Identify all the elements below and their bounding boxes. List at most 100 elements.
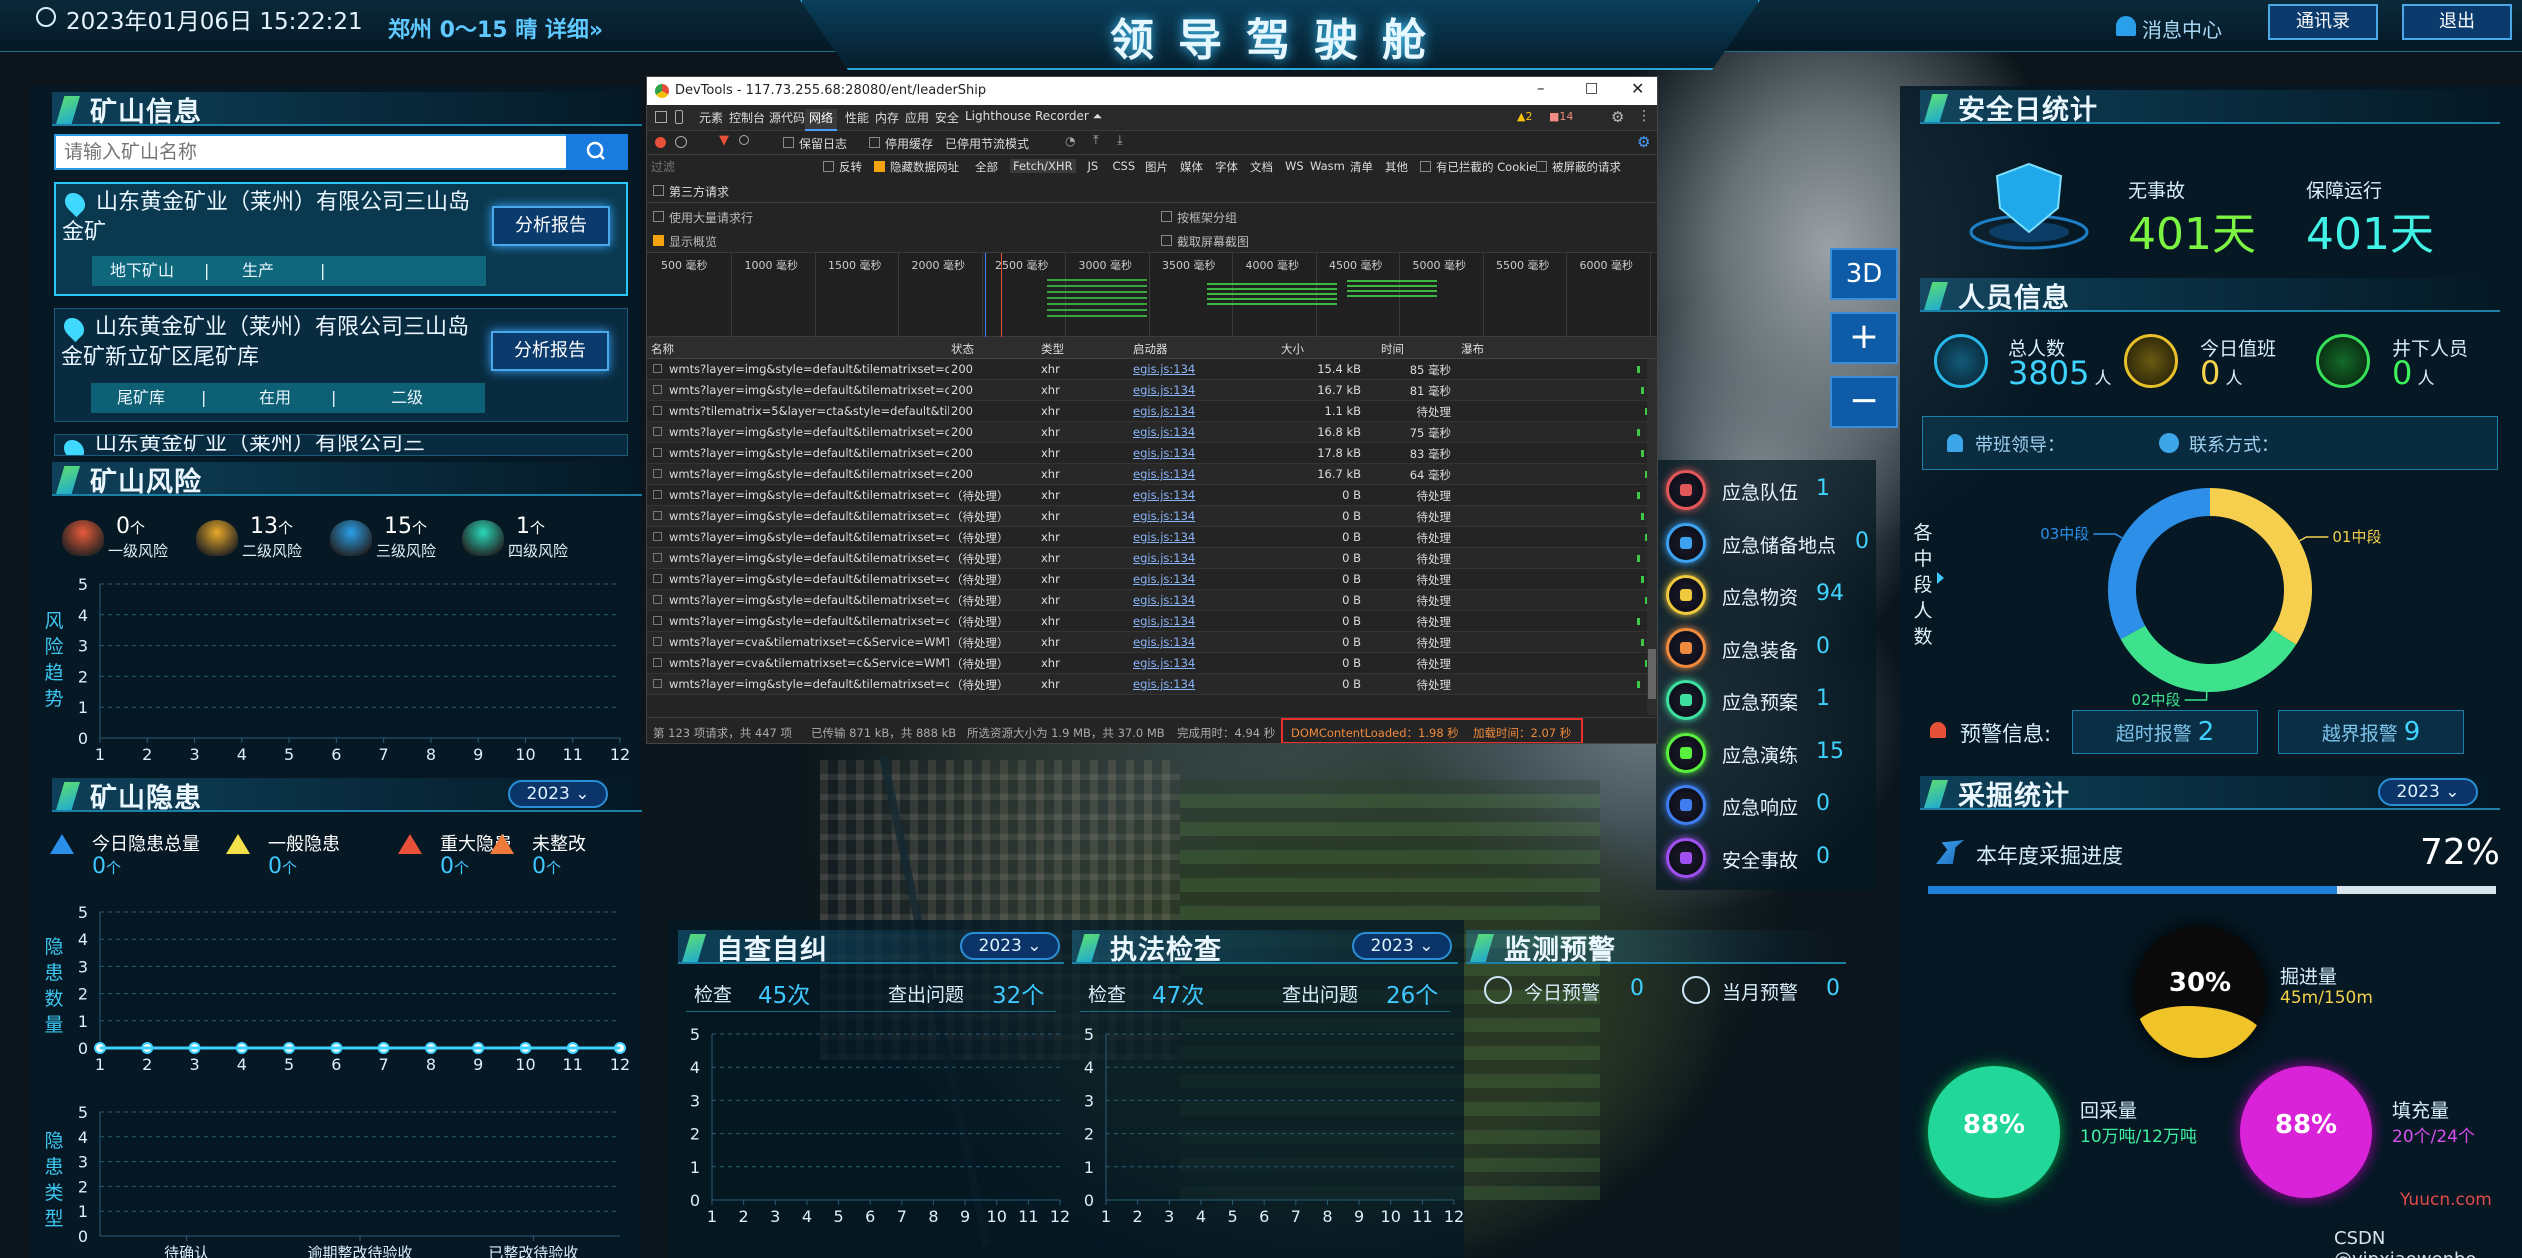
column-header[interactable]: 大小: [1281, 341, 1304, 357]
row-checkbox[interactable]: [653, 469, 662, 478]
request-row[interactable]: wmts?layer=img&style=default&tilematrixs…: [647, 674, 1657, 695]
filter-chip[interactable]: 图片: [1145, 159, 1168, 175]
device-icon[interactable]: [675, 110, 683, 124]
clear-icon[interactable]: [675, 136, 687, 148]
devtools-tab[interactable]: 安全: [931, 109, 963, 126]
maximize-button[interactable]: □: [1585, 80, 1598, 96]
filter-chip[interactable]: 有已拦截的 Cookie: [1436, 159, 1536, 175]
filter-checkbox[interactable]: [1536, 161, 1547, 172]
filter-checkbox[interactable]: [823, 161, 834, 172]
close-button[interactable]: ✕: [1631, 79, 1644, 98]
table-scrollbar-thumb[interactable]: [1648, 649, 1656, 699]
devtools-tab[interactable]: 源代码: [765, 109, 809, 126]
devtools-tab[interactable]: Lighthouse: [961, 109, 1035, 123]
filter-chip[interactable]: WS: [1285, 159, 1304, 173]
filter-chip[interactable]: 清单: [1350, 159, 1373, 175]
third-party-checkbox[interactable]: [653, 185, 664, 196]
analysis-report-button[interactable]: 分析报告: [491, 331, 609, 371]
mine-item[interactable]: 山东黄金矿业（莱州）有限公司三山岛金矿新立矿区尾矿库 尾矿库 | 在用 | 二级…: [54, 308, 628, 422]
devtools-tab[interactable]: 元素: [695, 109, 727, 126]
filter-chip[interactable]: 字体: [1215, 159, 1238, 175]
donut-slice[interactable]: [2209, 488, 2312, 645]
request-row[interactable]: wmts?layer=img&style=default&tilematrixs…: [647, 380, 1657, 401]
year-select[interactable]: 2023 ⌄: [508, 780, 608, 808]
warning-count-badge[interactable]: ▲2: [1517, 110, 1532, 123]
column-header[interactable]: 时间: [1381, 341, 1404, 357]
request-row[interactable]: wmts?layer=img&style=default&tilematrixs…: [647, 359, 1657, 380]
3d-toggle-button[interactable]: 3D: [1830, 248, 1898, 300]
zoom-out-button[interactable]: −: [1830, 376, 1898, 428]
preserve-log-checkbox[interactable]: [783, 137, 794, 148]
request-row[interactable]: wmts?layer=img&style=default&tilematrixs…: [647, 422, 1657, 443]
filter-input[interactable]: [651, 157, 811, 177]
filter-chip[interactable]: JS: [1088, 159, 1099, 173]
request-row[interactable]: wmts?layer=img&style=default&tilematrixs…: [647, 590, 1657, 611]
row-checkbox[interactable]: [653, 616, 662, 625]
exit-button[interactable]: 退出: [2402, 4, 2512, 40]
group-frame-checkbox[interactable]: [1161, 211, 1172, 222]
row-checkbox[interactable]: [653, 427, 662, 436]
large-rows-checkbox[interactable]: [653, 211, 664, 222]
bell-icon[interactable]: [2116, 16, 2136, 36]
filter-icon[interactable]: ▼: [719, 133, 729, 148]
devtools-tab[interactable]: 应用: [901, 109, 933, 126]
devtools-tab[interactable]: 性能: [841, 109, 873, 126]
request-row[interactable]: wmts?layer=img&style=default&tilematrixs…: [647, 464, 1657, 485]
request-row[interactable]: wmts?layer=img&style=default&tilematrixs…: [647, 569, 1657, 590]
year-select[interactable]: 2023 ⌄: [1352, 932, 1452, 960]
filter-chip[interactable]: Wasm: [1310, 159, 1345, 173]
error-count-badge[interactable]: ■14: [1549, 110, 1573, 123]
throttling-select[interactable]: 已停用节流模式: [945, 135, 1029, 152]
minimize-button[interactable]: –: [1537, 79, 1545, 97]
year-select[interactable]: 2023 ⌄: [2378, 778, 2478, 806]
search-icon[interactable]: [739, 135, 749, 145]
import-icon[interactable]: ⤒: [1093, 133, 1099, 148]
zoom-in-button[interactable]: +: [1830, 312, 1898, 364]
row-checkbox[interactable]: [653, 574, 662, 583]
mine-search-input[interactable]: [56, 136, 566, 168]
record-icon[interactable]: [655, 137, 666, 148]
filter-chip[interactable]: 全部: [975, 159, 998, 175]
row-checkbox[interactable]: [653, 406, 662, 415]
filter-chip[interactable]: 反转: [839, 159, 862, 175]
mine-item[interactable]: 山东黄金矿业（莱州）有限公司三: [54, 434, 628, 456]
row-checkbox[interactable]: [653, 490, 662, 499]
donut-slice[interactable]: [2120, 625, 2297, 692]
request-row[interactable]: wmts?tilematrix=5&layer=cta&style=defaul…: [647, 401, 1657, 422]
filter-chip[interactable]: 文档: [1250, 159, 1273, 175]
network-settings-icon[interactable]: ⚙: [1637, 133, 1650, 151]
devtools-tab[interactable]: 控制台: [725, 109, 769, 126]
export-icon[interactable]: ⤓: [1117, 133, 1123, 148]
request-row[interactable]: wmts?layer=img&style=default&tilematrixs…: [647, 506, 1657, 527]
request-row[interactable]: wmts?layer=img&style=default&tilematrixs…: [647, 548, 1657, 569]
row-checkbox[interactable]: [653, 532, 662, 541]
disable-cache-checkbox[interactable]: [869, 137, 880, 148]
request-row[interactable]: wmts?layer=cva&tilematrixset=c&Service=W…: [647, 653, 1657, 674]
year-select[interactable]: 2023 ⌄: [960, 932, 1060, 960]
filter-chip[interactable]: 其他: [1385, 159, 1408, 175]
row-checkbox[interactable]: [653, 364, 662, 373]
emergency-item[interactable]: 应急响应 0: [1666, 785, 1886, 833]
request-row[interactable]: wmts?layer=img&style=default&tilematrixs…: [647, 527, 1657, 548]
analysis-report-button[interactable]: 分析报告: [492, 206, 610, 246]
filter-checkbox[interactable]: [1420, 161, 1431, 172]
column-header[interactable]: 名称: [651, 341, 674, 357]
inspect-icon[interactable]: [655, 111, 667, 123]
overview-checkbox[interactable]: [653, 235, 664, 246]
column-header[interactable]: 瀑布: [1461, 341, 1484, 357]
devtools-tab[interactable]: 内存: [871, 109, 903, 126]
emergency-item[interactable]: 应急装备 0: [1666, 627, 1886, 676]
devtools-window[interactable]: DevTools - 117.73.255.68:28080/ent/leade…: [646, 76, 1658, 744]
row-checkbox[interactable]: [653, 679, 662, 688]
request-row[interactable]: wmts?layer=img&style=default&tilematrixs…: [647, 485, 1657, 506]
row-checkbox[interactable]: [653, 553, 662, 562]
screenshots-checkbox[interactable]: [1161, 235, 1172, 246]
row-checkbox[interactable]: [653, 448, 662, 457]
timeline-overview[interactable]: 500 毫秒 1000 毫秒 1500 毫秒 2000 毫秒 2500 毫秒 3000 毫…: [647, 253, 1657, 337]
filter-chip[interactable]: 隐藏数据网址: [890, 159, 959, 175]
filter-chip[interactable]: CSS: [1113, 159, 1136, 173]
emergency-item[interactable]: 安全事故 0: [1666, 837, 1886, 886]
filter-checkbox[interactable]: [874, 161, 885, 172]
filter-chip[interactable]: 被屏蔽的请求: [1552, 159, 1621, 175]
search-button[interactable]: [566, 134, 628, 170]
